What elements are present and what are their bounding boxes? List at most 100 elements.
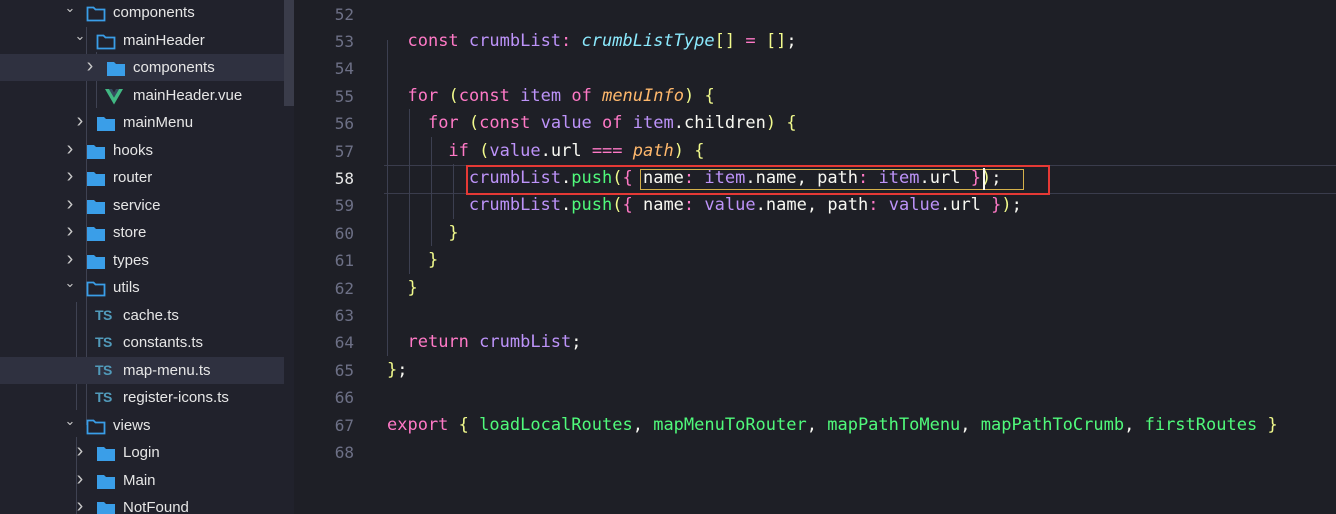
chevron-right-icon[interactable]: › — [74, 439, 86, 466]
tree-item-login[interactable]: › Login — [0, 439, 284, 466]
tree-item-label: views — [113, 416, 151, 434]
code-line[interactable]: } — [387, 247, 438, 274]
tree-item-mainmenu[interactable]: › mainMenu — [0, 109, 284, 136]
tree-item-map-menu-ts[interactable]: TS map-menu.ts — [0, 356, 284, 384]
chevron-down-icon[interactable]: ⌄ — [74, 27, 86, 54]
folder-icon — [86, 224, 106, 241]
tree-item-mainheader[interactable]: ⌄ mainHeader — [0, 27, 284, 54]
tree-item-label: types — [113, 251, 149, 269]
line-number: 63 — [334, 305, 354, 325]
sidebar-scrollbar[interactable] — [284, 0, 294, 106]
tree-item-label: mainMenu — [123, 114, 194, 131]
tree-item-label: register-icons.ts — [123, 389, 229, 406]
chevron-right-icon[interactable]: › — [74, 494, 86, 514]
tree-item-label: mainHeader — [123, 31, 205, 49]
folder-icon — [86, 142, 106, 159]
typescript-file-icon: TS — [95, 306, 112, 323]
tree-item-label: map-menu.ts — [123, 361, 211, 379]
line-number: 54 — [334, 59, 354, 79]
folder-icon — [96, 472, 116, 489]
line-number: 59 — [334, 196, 354, 216]
chevron-right-icon[interactable]: › — [74, 109, 86, 136]
tree-item-register-icons-ts[interactable]: TS register-icons.ts — [0, 384, 284, 411]
tree-item-constants-ts[interactable]: TS constants.ts — [0, 329, 284, 356]
chevron-right-icon[interactable]: › — [64, 247, 76, 274]
line-number: 57 — [334, 141, 354, 161]
chevron-right-icon[interactable]: › — [74, 467, 86, 494]
line-number: 52 — [334, 4, 354, 24]
folder-open-icon — [86, 417, 106, 434]
tree-item-label: cache.ts — [123, 306, 179, 324]
tree-item-label: service — [113, 196, 161, 214]
tree-item-views[interactable]: ⌄ views — [0, 412, 284, 439]
line-number: 66 — [334, 388, 354, 408]
code-line[interactable]: } — [387, 275, 417, 302]
line-number: 56 — [334, 114, 354, 134]
tree-item-main[interactable]: › Main — [0, 467, 284, 494]
code-line[interactable]: } — [387, 220, 458, 247]
code-line[interactable]: if (value.url === path) { — [387, 138, 704, 165]
code-line[interactable]: for (const item of menuInfo) { — [387, 83, 714, 110]
code-line[interactable]: }; — [387, 357, 408, 384]
code-line[interactable]: const crumbList: crumbListType[] = []; — [387, 28, 796, 55]
tree-item-label: router — [113, 169, 153, 186]
tree-item-components[interactable]: ⌄ components — [0, 0, 284, 26]
folder-icon — [96, 114, 116, 131]
tree-item-label: store — [113, 224, 147, 241]
line-number: 58 — [334, 168, 354, 188]
code-indent-guide — [431, 137, 432, 246]
code-indent-guide — [387, 40, 388, 356]
code-line[interactable]: export { loadLocalRoutes, mapMenuToRoute… — [387, 412, 1278, 439]
line-number: 64 — [334, 333, 354, 353]
chevron-right-icon[interactable]: › — [64, 192, 76, 219]
folder-open-icon — [96, 32, 116, 49]
tree-item-label: NotFound — [123, 499, 189, 514]
line-number: 65 — [334, 360, 354, 380]
chevron-right-icon[interactable]: › — [64, 219, 76, 246]
tree-item-router[interactable]: › router — [0, 164, 284, 191]
tree-item-components[interactable]: › components — [0, 54, 284, 81]
chevron-down-icon[interactable]: ⌄ — [64, 274, 76, 301]
code-line[interactable]: for (const value of item.children) { — [387, 110, 797, 137]
tree-item-cache-ts[interactable]: TS cache.ts — [0, 302, 284, 329]
tree-item-service[interactable]: › service — [0, 192, 284, 219]
tree-item-utils[interactable]: ⌄ utils — [0, 274, 284, 301]
line-number: 68 — [334, 442, 354, 462]
tree-item-types[interactable]: › types — [0, 247, 284, 274]
tree-item-label: Main — [123, 471, 156, 489]
line-number: 55 — [334, 86, 354, 106]
tree-item-label: hooks — [113, 141, 154, 159]
annotation-highlight-box — [466, 165, 1050, 195]
chevron-down-icon[interactable]: ⌄ — [64, 0, 76, 26]
tree-item-label: components — [113, 4, 195, 21]
folder-open-icon — [86, 279, 106, 297]
folder-icon — [96, 499, 116, 514]
code-indent-guide — [453, 164, 454, 219]
tree-item-label: components — [133, 59, 215, 76]
typescript-file-icon: TS — [95, 361, 112, 378]
folder-icon — [96, 444, 116, 461]
typescript-file-icon: TS — [95, 334, 112, 350]
line-number: 62 — [334, 278, 354, 298]
tree-item-label: Login — [123, 444, 160, 461]
text-cursor — [983, 168, 985, 190]
chevron-down-icon[interactable]: ⌄ — [64, 412, 76, 439]
folder-open-icon — [86, 4, 106, 22]
folder-icon — [86, 252, 106, 269]
line-number: 60 — [334, 223, 354, 243]
folder-icon — [106, 59, 126, 76]
typescript-file-icon: TS — [95, 389, 112, 405]
tree-item-notfound[interactable]: › NotFound — [0, 494, 284, 514]
tree-item-mainheader-vue[interactable]: mainHeader.vue — [0, 82, 284, 109]
chevron-right-icon[interactable]: › — [64, 137, 76, 164]
tree-item-hooks[interactable]: › hooks — [0, 137, 284, 164]
code-line[interactable]: return crumbList; — [387, 329, 581, 356]
tree-item-store[interactable]: › store — [0, 219, 284, 246]
code-line[interactable]: crumbList.push({ name: value.name, path:… — [387, 192, 1022, 219]
chevron-right-icon[interactable]: › — [64, 164, 76, 191]
code-editor[interactable]: 52 53 54 55 56 57 58 59 60 61 62 63 64 65 66 67 68 const… — [294, 0, 1336, 514]
chevron-right-icon[interactable]: › — [84, 54, 96, 81]
tree-item-label: utils — [113, 279, 140, 296]
line-number: 67 — [334, 415, 354, 435]
line-number: 53 — [334, 31, 354, 51]
